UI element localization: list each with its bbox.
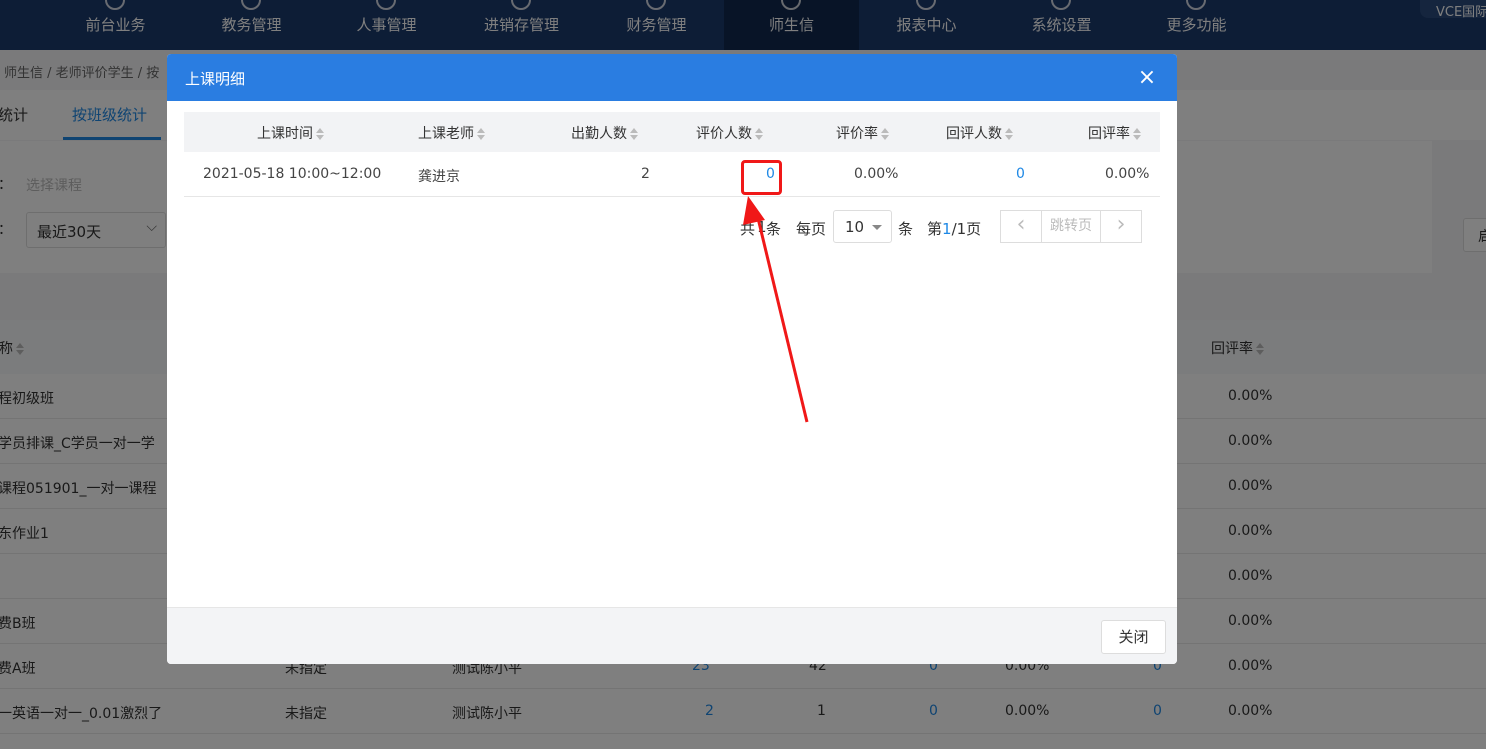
col-evaluated[interactable]: 评价人数 (696, 123, 763, 143)
cell-attendance: 2 (641, 166, 650, 182)
per-page-label: 每页 (796, 220, 827, 238)
dialog-header: 上课明细 × (167, 54, 1177, 101)
next-page-button[interactable]: › (1100, 210, 1142, 243)
sort-icon (316, 128, 324, 140)
sort-icon (881, 128, 889, 140)
page-size-select[interactable]: 10 (833, 210, 892, 243)
jump-page-input[interactable]: 跳转页 (1041, 210, 1101, 243)
col-teacher[interactable]: 上课老师 (418, 123, 485, 143)
col-class-time[interactable]: 上课时间 (257, 123, 324, 143)
sort-icon (755, 128, 763, 140)
prev-page-button[interactable]: ‹ (1000, 210, 1042, 243)
col-eval-rate[interactable]: 评价率 (836, 123, 889, 143)
class-detail-dialog: 上课明细 × 上课时间 上课老师 出勤人数 评价人数 评价率 回评人数 回评率 … (167, 54, 1177, 664)
close-button[interactable]: 关闭 (1101, 620, 1166, 654)
sort-icon (630, 128, 638, 140)
caret-down-icon (872, 225, 882, 230)
sort-icon (1005, 128, 1013, 140)
annotation-highlight-box (741, 160, 782, 195)
cell-reply-rate: 0.00% (1105, 166, 1150, 182)
table-header: 上课时间 上课老师 出勤人数 评价人数 评价率 回评人数 回评率 (184, 112, 1160, 152)
dialog-title: 上课明细 (185, 70, 246, 88)
total-suffix: 条 (766, 220, 782, 238)
col-reply-rate[interactable]: 回评率 (1088, 123, 1141, 143)
pagination: 共 1 条 每页 10 条 第1/1页 ‹ 跳转页 › (167, 210, 1177, 244)
col-replied[interactable]: 回评人数 (946, 123, 1013, 143)
per-page-unit: 条 (898, 220, 914, 238)
sort-icon (1133, 128, 1141, 140)
cell-teacher: 龚进京 (418, 169, 460, 185)
table-row: 2021-05-18 10:00~12:00 龚进京 2 0 0.00% 0 0… (184, 152, 1160, 197)
cell-eval-rate: 0.00% (854, 166, 899, 182)
col-attendance[interactable]: 出勤人数 (571, 123, 638, 143)
close-icon[interactable]: × (1133, 64, 1161, 92)
dialog-footer: 关闭 (167, 607, 1177, 664)
page-indicator: 第1/1页 (927, 220, 982, 238)
total-prefix: 共 (740, 220, 756, 238)
sort-icon (477, 128, 485, 140)
cell-class-time: 2021-05-18 10:00~12:00 (203, 166, 382, 182)
cell-replied-link[interactable]: 0 (1016, 166, 1025, 182)
